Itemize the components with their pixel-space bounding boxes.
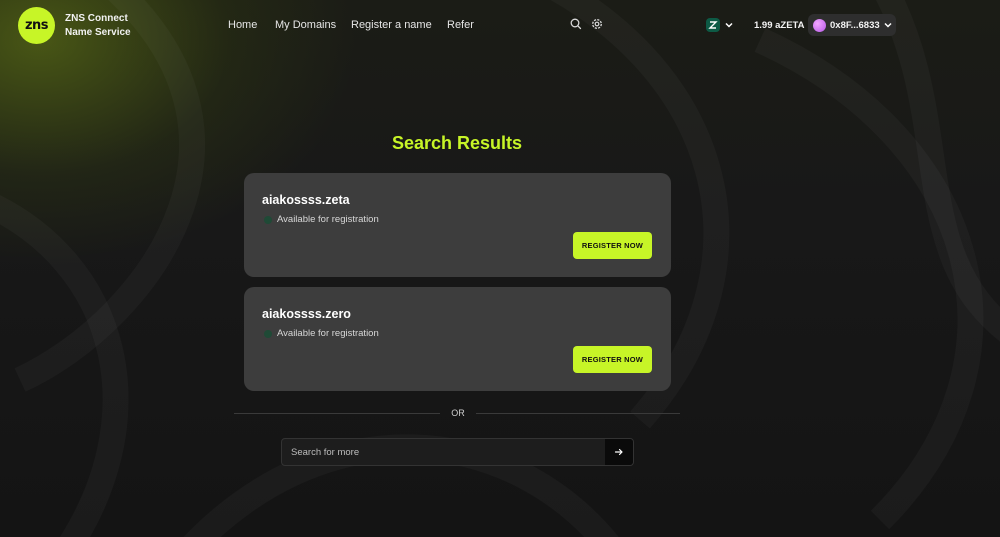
result-card: aiakossss.zeta Available for registratio… — [244, 173, 671, 277]
divider-line — [476, 413, 680, 414]
divider-line — [234, 413, 440, 414]
wallet-balance: 1.99 aZETA — [754, 20, 805, 31]
arrow-right-icon — [614, 448, 623, 456]
wallet-address: 0x8F...6833 — [830, 19, 880, 31]
chevron-down-icon — [725, 22, 733, 28]
wallet-account-button[interactable]: 0x8F...6833 — [808, 14, 896, 36]
domain-name: aiakossss.zeta — [262, 193, 350, 207]
page-title: Search Results — [391, 133, 523, 153]
gear-icon[interactable] — [590, 17, 604, 31]
status-dot-icon — [264, 329, 272, 338]
brand-line-2: Name Service — [65, 27, 131, 38]
register-now-button[interactable]: REGISTER NOW — [573, 346, 652, 373]
or-divider: OR — [234, 406, 680, 422]
search-more-box — [281, 438, 634, 466]
search-more-input[interactable] — [282, 439, 605, 465]
zns-logo[interactable]: zns — [18, 7, 55, 44]
availability-status: Available for registration — [264, 328, 379, 339]
top-bar: zns ZNS Connect Name Service Home My Dom… — [0, 0, 1000, 52]
logo-text: zns — [24, 18, 49, 33]
wallet-avatar — [813, 18, 826, 32]
status-text: Available for registration — [277, 214, 379, 225]
status-dot-icon — [264, 215, 272, 224]
search-icon[interactable] — [569, 17, 583, 31]
search-submit-button[interactable] — [605, 439, 633, 465]
or-label: OR — [451, 408, 465, 418]
nav-my-domains[interactable]: My Domains — [275, 19, 336, 31]
result-card: aiakossss.zero Available for registratio… — [244, 287, 671, 391]
zetachain-icon — [706, 18, 720, 32]
nav-refer[interactable]: Refer — [447, 19, 474, 31]
brand-line-1: ZNS Connect — [65, 13, 128, 24]
status-text: Available for registration — [277, 328, 379, 339]
domain-name: aiakossss.zero — [262, 307, 351, 321]
register-now-button[interactable]: REGISTER NOW — [573, 232, 652, 259]
chevron-down-icon — [884, 22, 892, 28]
nav-home[interactable]: Home — [228, 19, 257, 31]
brand-name: ZNS Connect Name Service — [65, 12, 131, 40]
availability-status: Available for registration — [264, 214, 379, 225]
nav-register-name[interactable]: Register a name — [351, 19, 432, 31]
network-selector[interactable] — [706, 16, 736, 34]
